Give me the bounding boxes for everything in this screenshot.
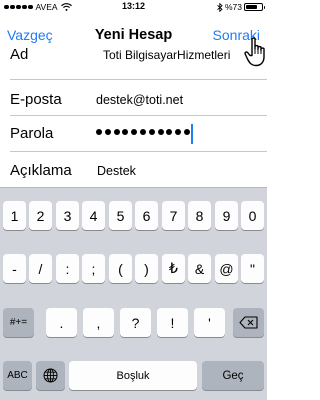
password-dot: [122, 129, 129, 135]
password-dot: [104, 129, 111, 135]
key-at[interactable]: @: [215, 254, 238, 283]
battery-icon: [244, 3, 265, 11]
key-hyphen[interactable]: -: [3, 254, 26, 283]
key-exclamation[interactable]: !: [157, 308, 188, 337]
backspace-icon: [239, 316, 258, 329]
status-right: %73: [217, 2, 265, 12]
password-dot: [96, 129, 102, 135]
password-dot: [113, 129, 120, 135]
key-quote[interactable]: ": [241, 254, 264, 283]
key-apostrophe[interactable]: ': [194, 308, 225, 337]
email-row[interactable]: E-posta destek@toti.net: [0, 80, 267, 116]
name-label: Ad: [10, 46, 29, 63]
key-8[interactable]: 8: [188, 201, 211, 230]
email-label: E-posta: [10, 91, 62, 108]
password-dot: [139, 129, 146, 135]
key-4[interactable]: 4: [82, 201, 105, 230]
key-0[interactable]: 0: [241, 201, 264, 230]
language-switch-button[interactable]: [36, 361, 65, 390]
key-lira[interactable]: ₺: [162, 254, 185, 283]
keyboard: 1 2 3 4 5 6 7 8 9 0 - / : ; ( ) ₺ & @ " …: [0, 187, 267, 400]
key-ampersand[interactable]: &: [188, 254, 211, 283]
password-dot: [131, 129, 138, 135]
name-row[interactable]: Ad Toti BilgisayarHizmetleri: [0, 44, 267, 80]
symbols-toggle-button[interactable]: #+=: [3, 308, 34, 337]
password-dot: [157, 129, 164, 135]
password-dot: [175, 129, 182, 135]
password-label: Parola: [10, 125, 54, 142]
globe-icon: [43, 368, 58, 383]
abc-button[interactable]: ABC: [3, 361, 32, 390]
description-row[interactable]: Açıklama Destek: [0, 152, 267, 188]
key-9[interactable]: 9: [215, 201, 238, 230]
key-5[interactable]: 5: [109, 201, 132, 230]
key-comma[interactable]: ,: [83, 308, 114, 337]
key-7[interactable]: 7: [162, 201, 185, 230]
key-semicolon[interactable]: ;: [82, 254, 105, 283]
bluetooth-icon: [217, 2, 223, 12]
status-bar: AVEA 13:12 %73: [0, 0, 267, 14]
key-6[interactable]: 6: [135, 201, 158, 230]
description-field[interactable]: Destek: [97, 164, 136, 178]
password-field[interactable]: [96, 129, 190, 135]
email-field[interactable]: destek@toti.net: [96, 93, 183, 107]
password-dot: [166, 129, 173, 135]
key-3[interactable]: 3: [56, 201, 79, 230]
go-button[interactable]: Geç: [202, 361, 264, 390]
delete-button[interactable]: [233, 308, 264, 337]
key-close-paren[interactable]: ): [135, 254, 158, 283]
key-1[interactable]: 1: [3, 201, 26, 230]
key-slash[interactable]: /: [29, 254, 52, 283]
text-cursor: [191, 124, 193, 144]
key-question[interactable]: ?: [120, 308, 151, 337]
battery-percent: %73: [224, 2, 242, 12]
space-button[interactable]: Boşluk: [69, 361, 197, 390]
key-period[interactable]: .: [46, 308, 77, 337]
battery-fill: [246, 5, 257, 9]
key-colon[interactable]: :: [56, 254, 79, 283]
key-open-paren[interactable]: (: [109, 254, 132, 283]
name-field[interactable]: Toti BilgisayarHizmetleri: [103, 48, 230, 62]
password-row[interactable]: Parola: [0, 116, 267, 152]
key-2[interactable]: 2: [29, 201, 52, 230]
description-label: Açıklama: [10, 162, 72, 179]
password-dot: [148, 129, 155, 135]
password-dot: [183, 129, 190, 135]
